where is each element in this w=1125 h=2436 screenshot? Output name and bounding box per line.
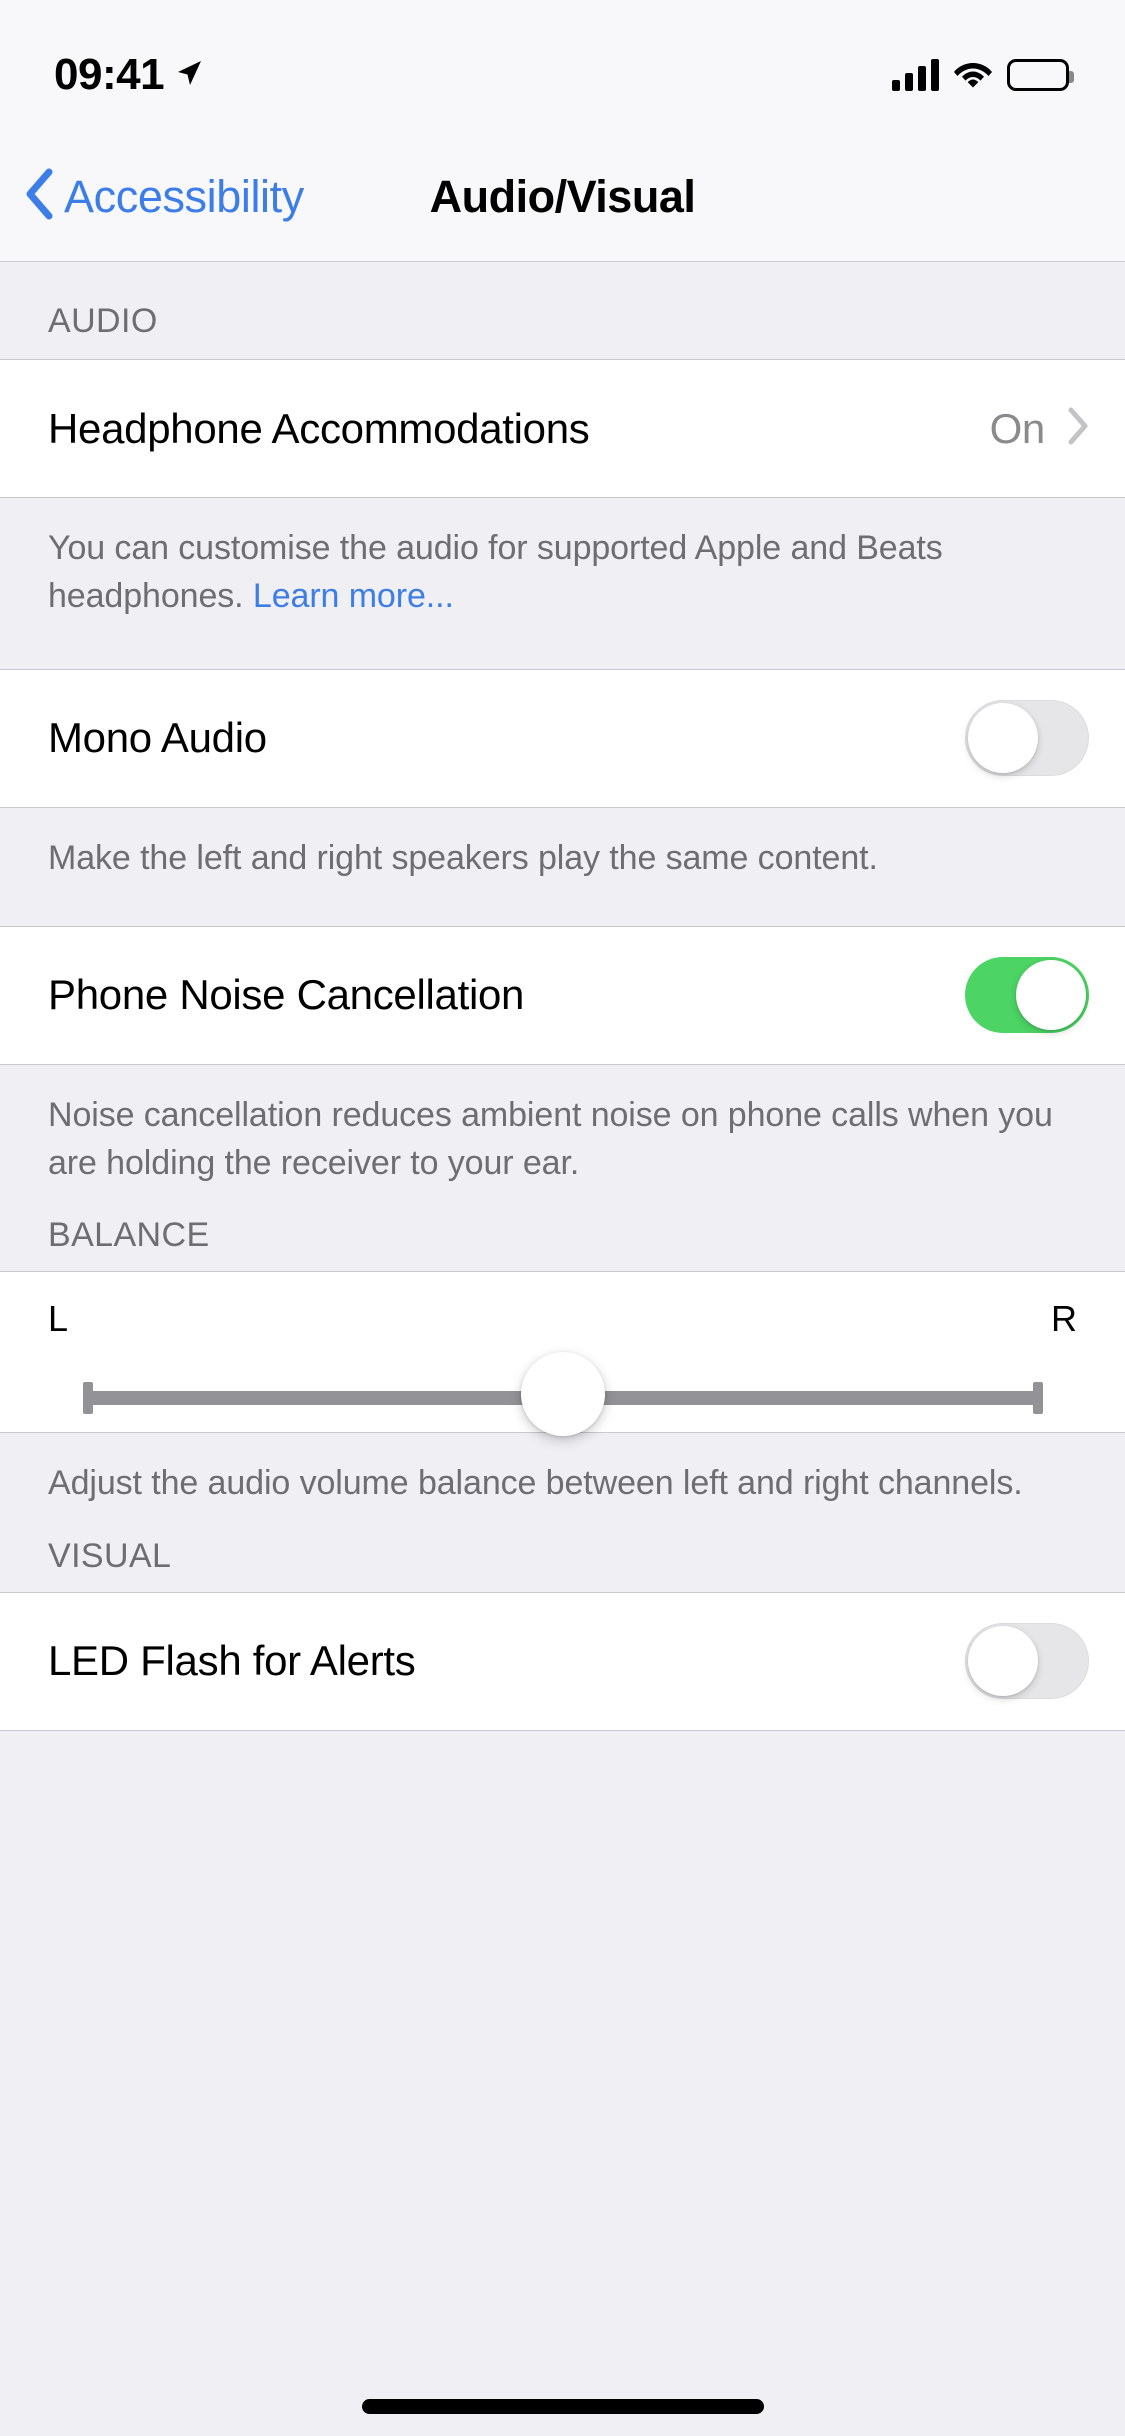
iphone-screen: 09:41 Accessibility Audio/Visual AUDIO H… — [0, 0, 1125, 2436]
section-header-visual: VISUAL — [48, 1536, 172, 1575]
row-mono-audio[interactable]: Mono Audio — [0, 669, 1125, 807]
balance-right-label: R — [1051, 1298, 1077, 1340]
group-mono-audio: Mono Audio — [0, 668, 1125, 808]
toggle-mono-audio[interactable] — [965, 700, 1089, 777]
group-balance: L R — [0, 1271, 1125, 1437]
toggle-knob — [968, 1626, 1038, 1697]
row-label-mono-audio: Mono Audio — [48, 714, 267, 762]
footnote-headphone-accommodations: You can customise the audio for supporte… — [0, 498, 1125, 621]
footnote-phone-noise-cancellation: Noise cancellation reduces ambient noise… — [48, 1095, 1053, 1183]
location-arrow-icon — [174, 58, 204, 93]
footnote-text-line1: You can customise the audio for supporte… — [48, 529, 943, 567]
group-headphone-accommodations: Headphone Accommodations On — [0, 359, 1125, 498]
back-button[interactable]: Accessibility — [24, 168, 304, 225]
section-header-balance: BALANCE — [48, 1216, 210, 1255]
row-label-led-flash-for-alerts: LED Flash for Alerts — [48, 1637, 416, 1685]
group-phone-noise-cancellation: Phone Noise Cancellation — [0, 925, 1125, 1065]
home-indicator[interactable] — [361, 2399, 764, 2414]
settings-content: AUDIO Headphone Accommodations On You ca… — [0, 263, 1125, 2436]
cellular-bars-icon — [892, 59, 939, 91]
footnote-balance: Adjust the audio volume balance between … — [48, 1464, 1023, 1503]
wifi-icon — [953, 58, 993, 93]
row-headphone-accommodations[interactable]: Headphone Accommodations On — [0, 360, 1125, 497]
chevron-left-icon — [24, 168, 54, 225]
learn-more-link[interactable]: Learn more... — [253, 577, 454, 615]
status-bar-time: 09:41 — [54, 50, 165, 99]
footnote-text-line2: headphones. — [48, 577, 253, 616]
toggle-knob — [968, 703, 1038, 774]
row-led-flash-for-alerts[interactable]: LED Flash for Alerts — [0, 1592, 1125, 1730]
status-bar-left: 09:41 — [54, 32, 204, 100]
group-led-flash: LED Flash for Alerts — [0, 1591, 1125, 1731]
balance-slider-right-cap — [1033, 1382, 1043, 1415]
toggle-led-flash-for-alerts[interactable] — [965, 1623, 1089, 1700]
balance-channel-labels: L R — [48, 1298, 1077, 1340]
balance-slider-left-cap — [83, 1382, 93, 1415]
back-button-label: Accessibility — [64, 170, 304, 222]
balance-slider-knob[interactable] — [521, 1352, 605, 1437]
balance-left-label: L — [48, 1298, 69, 1340]
section-header-audio: AUDIO — [48, 302, 158, 340]
row-label-phone-noise-cancellation: Phone Noise Cancellation — [48, 971, 525, 1019]
status-bar-right — [892, 40, 1074, 93]
toggle-phone-noise-cancellation[interactable] — [965, 957, 1089, 1034]
chevron-right-icon — [1067, 407, 1089, 450]
toggle-knob — [1016, 960, 1086, 1031]
status-bar: 09:41 — [0, 0, 1125, 132]
battery-full-icon — [1007, 59, 1074, 91]
balance-slider[interactable] — [83, 1352, 1043, 1437]
row-phone-noise-cancellation[interactable]: Phone Noise Cancellation — [0, 926, 1125, 1064]
row-value-headphone-accommodations: On — [989, 404, 1046, 452]
footnote-mono-audio: Make the left and right speakers play th… — [48, 838, 878, 877]
navigation-bar: Accessibility Audio/Visual — [0, 132, 1125, 262]
row-label-headphone-accommodations: Headphone Accommodations — [48, 404, 590, 452]
